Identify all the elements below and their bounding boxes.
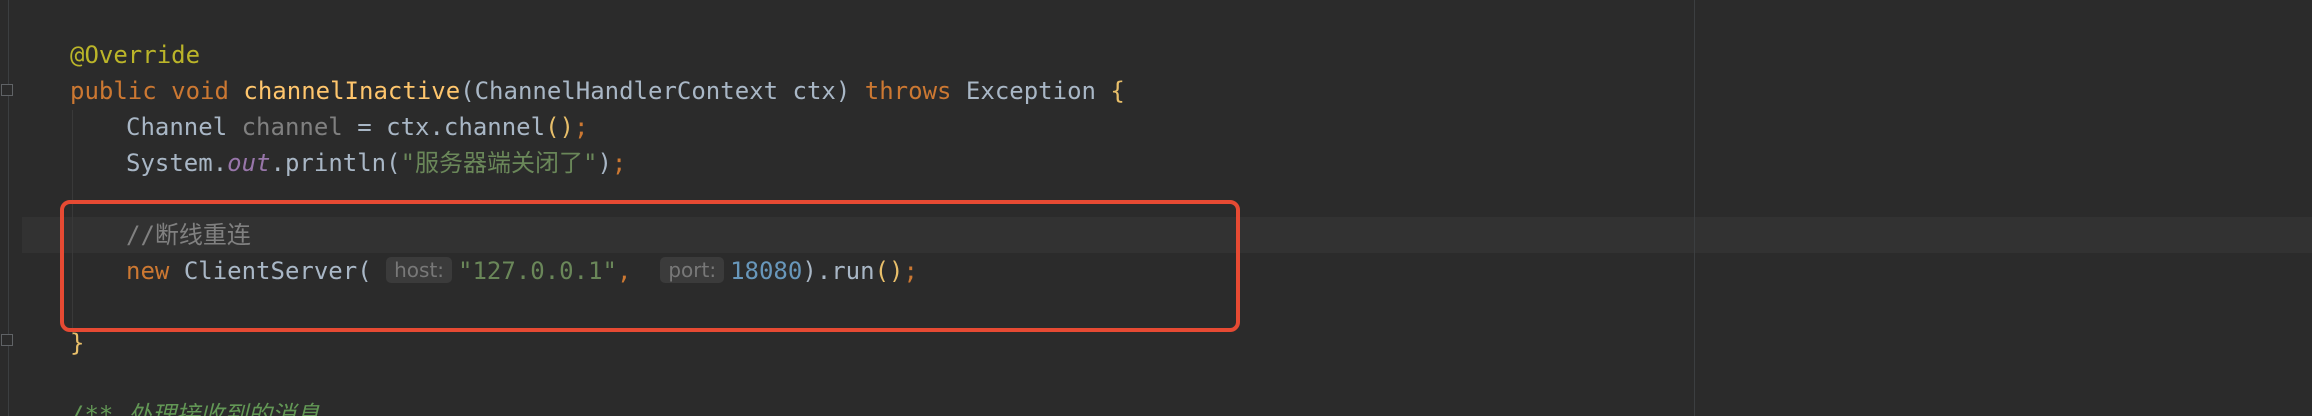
call-parens: (): [545, 113, 574, 141]
println-call: .println(: [270, 149, 401, 177]
close-paren: ): [835, 77, 851, 105]
exception-type: Exception: [965, 77, 1096, 105]
keyword-public: public: [70, 77, 157, 105]
string-literal: "服务器端关闭了": [400, 149, 598, 177]
semicolon: ;: [611, 149, 627, 177]
open-brace: {: [1110, 77, 1125, 105]
code-line-4[interactable]: System.out.println("服务器端关闭了");: [126, 145, 626, 181]
fold-collapse-icon[interactable]: [1, 84, 13, 96]
type-channel: Channel: [126, 113, 228, 141]
annotation: @Override: [70, 41, 201, 69]
class-system: System.: [126, 149, 228, 177]
static-field-out: out: [227, 149, 271, 177]
method-name: channelInactive: [243, 77, 461, 105]
semicolon: ;: [573, 113, 589, 141]
close-paren: ): [597, 149, 612, 177]
code-line-11[interactable]: /** 处理接收到的消息: [70, 397, 320, 416]
right-margin-guide: [1694, 0, 1695, 416]
code-editor[interactable]: @Override public void channelInactive(Ch…: [0, 0, 2312, 416]
editor-gutter: [0, 0, 22, 416]
code-line-1[interactable]: @Override: [70, 37, 200, 73]
gutter-separator: [8, 0, 9, 416]
code-line-2[interactable]: public void channelInactive(ChannelHandl…: [70, 73, 1125, 109]
code-line-3[interactable]: Channel channel = ctx.channel();: [126, 109, 588, 145]
doc-comment: /** 处理接收到的消息: [70, 401, 320, 416]
param-name: ctx: [792, 77, 836, 105]
keyword-throws: throws: [864, 77, 952, 105]
param-type: ChannelHandlerContext: [474, 77, 779, 105]
open-paren: (: [460, 77, 475, 105]
assign-operator: =: [357, 113, 372, 141]
close-brace: }: [70, 329, 85, 357]
method-call-expr: ctx.channel: [386, 113, 546, 141]
keyword-void: void: [171, 77, 229, 105]
red-highlight-annotation: [60, 200, 1240, 332]
unused-variable: channel: [241, 113, 343, 141]
fold-collapse-icon[interactable]: [1, 334, 13, 346]
